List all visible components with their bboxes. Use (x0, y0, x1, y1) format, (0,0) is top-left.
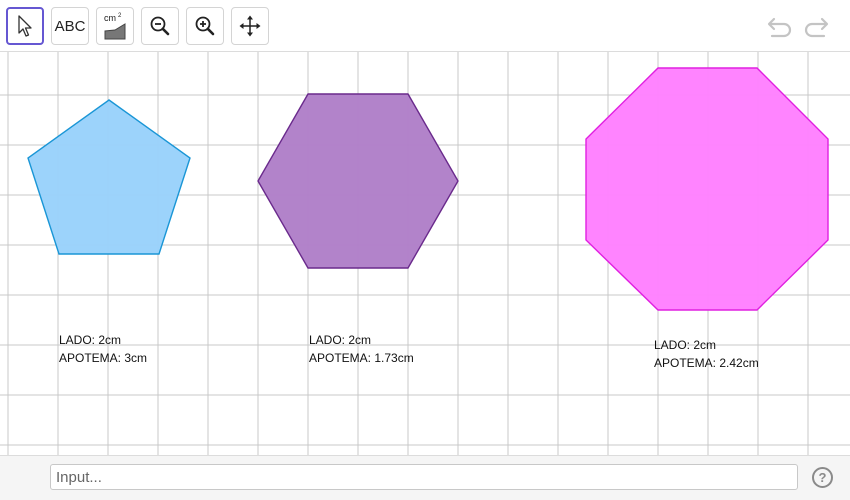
octagon-apothem-text: APOTEMA: 2.42cm (654, 356, 759, 370)
redo-icon (804, 17, 829, 38)
move-arrows-icon (239, 15, 261, 37)
octagon-side-text: LADO: 2cm (654, 338, 717, 352)
undo-button[interactable] (764, 12, 796, 40)
zoom-in-icon (195, 16, 215, 36)
arrow-cursor-icon (18, 15, 32, 37)
text-tool-label: ABC (54, 17, 86, 35)
move-tool-button[interactable] (6, 7, 44, 45)
octagon-label[interactable]: LADO: 2cm APOTEMA: 2.42cm (654, 336, 759, 372)
help-icon: ? (818, 470, 827, 485)
help-button[interactable]: ? (812, 467, 833, 488)
pentagon-label[interactable]: LADO: 2cm APOTEMA: 3cm (59, 331, 147, 367)
geogebra-app: ABC cm 2 LADO: 2cm APOTEMA: 3cm LADO: 2c… (0, 0, 850, 500)
area-icon: cm 2 (104, 13, 126, 40)
algebra-input-field[interactable] (50, 464, 798, 490)
move-view-button[interactable] (231, 7, 269, 45)
toolbar: ABC cm 2 (0, 0, 850, 52)
octagon-polygon[interactable] (585, 67, 829, 311)
undo-icon (767, 17, 792, 38)
input-bar: ? (0, 455, 850, 500)
zoom-out-icon (150, 16, 170, 36)
area-tool-button[interactable]: cm 2 (96, 7, 134, 45)
pentagon-polygon[interactable] (27, 99, 191, 255)
hexagon-label[interactable]: LADO: 2cm APOTEMA: 1.73cm (309, 331, 414, 367)
hexagon-side-text: LADO: 2cm (309, 333, 372, 347)
area-tool-superscript: 2 (118, 13, 122, 19)
hexagon-polygon[interactable] (257, 93, 459, 269)
zoom-out-button[interactable] (141, 7, 179, 45)
text-tool-button[interactable]: ABC (51, 7, 89, 45)
pentagon-apothem-text: APOTEMA: 3cm (59, 351, 148, 365)
graphics-view[interactable]: LADO: 2cm APOTEMA: 3cm LADO: 2cm APOTEMA… (0, 52, 850, 455)
hexagon-apothem-text: APOTEMA: 1.73cm (309, 351, 414, 365)
pentagon-side-text: LADO: 2cm (59, 333, 122, 347)
zoom-in-button[interactable] (186, 7, 224, 45)
redo-button[interactable] (800, 12, 832, 40)
area-tool-unit: cm (104, 13, 116, 23)
graphics-canvas[interactable] (0, 52, 850, 455)
